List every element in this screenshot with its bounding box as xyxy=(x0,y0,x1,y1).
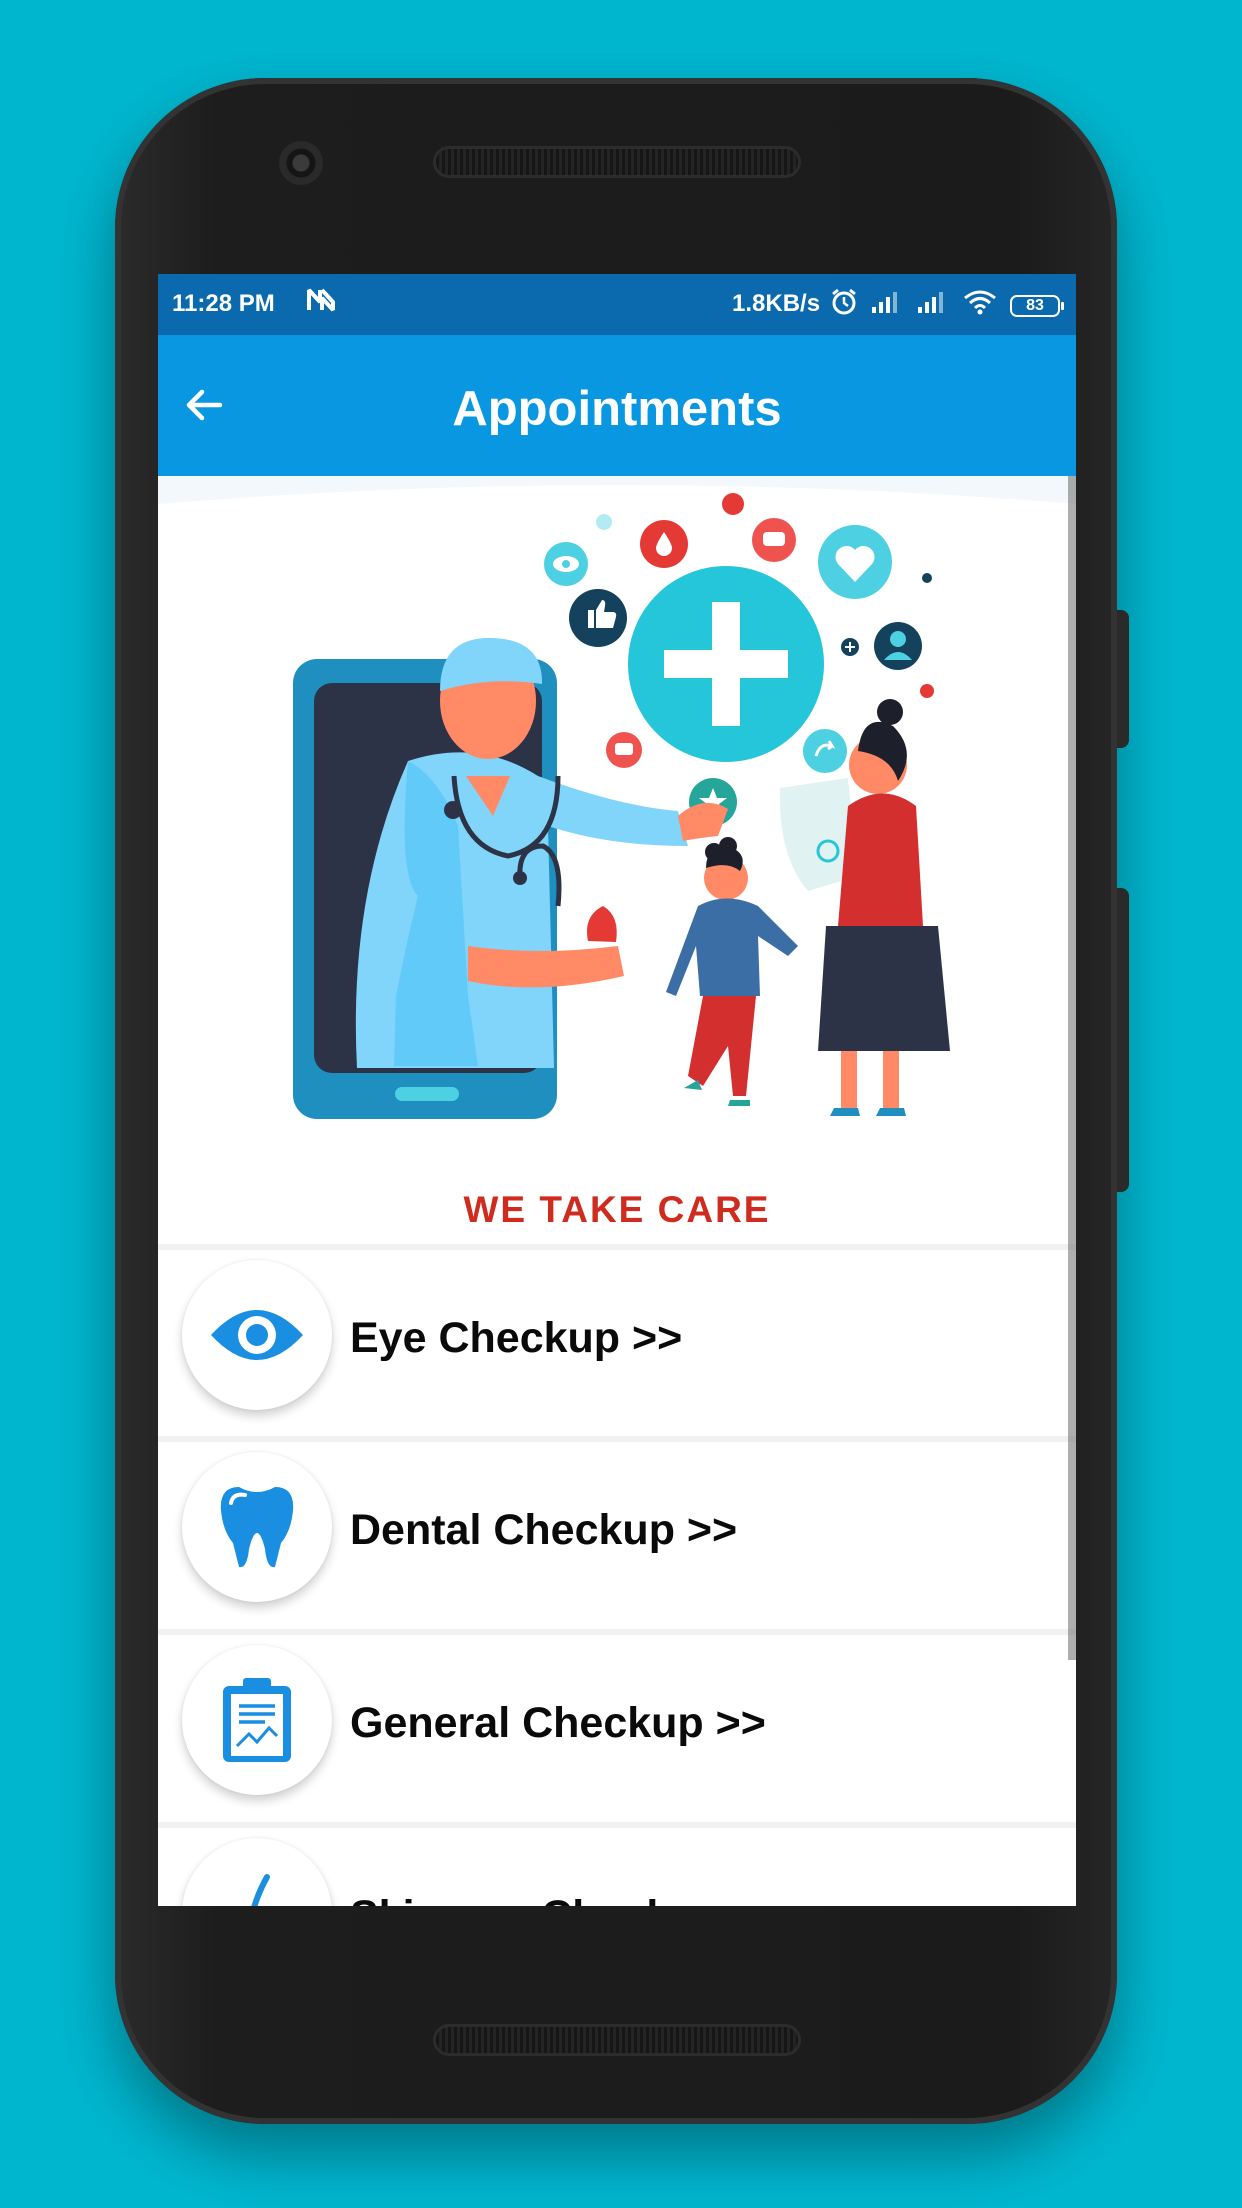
content-area: WE TAKE CARE Eye Checkup >> Dental Check… xyxy=(158,476,1076,1906)
battery-icon: 83 xyxy=(1010,294,1064,317)
menu-item-label: Eye Checkup >> xyxy=(350,1314,683,1362)
menu-item-skincare-checkup[interactable]: Skincare Checkup xyxy=(158,1822,1076,1906)
alarm-icon xyxy=(830,288,858,323)
menu-item-eye-checkup[interactable]: Eye Checkup >> xyxy=(158,1244,1076,1436)
menu-item-label: General Checkup >> xyxy=(350,1699,766,1747)
status-bar: 11:28 PM 1.8KB/s 83 xyxy=(158,274,1076,335)
menu-item-dental-checkup[interactable]: Dental Checkup >> xyxy=(158,1436,1076,1628)
hero-illustration xyxy=(158,476,1076,1236)
power-button xyxy=(1117,610,1129,748)
menu-icon-circle xyxy=(182,1260,332,1410)
tooth-icon xyxy=(220,1487,294,1568)
front-camera xyxy=(279,141,323,185)
clipboard-icon xyxy=(223,1678,291,1762)
bottom-speaker xyxy=(433,2024,801,2056)
app-bar: Appointments xyxy=(158,335,1076,476)
wifi-icon xyxy=(962,288,998,323)
page-title: Appointments xyxy=(452,382,782,436)
tagline: WE TAKE CARE xyxy=(463,1189,771,1230)
n-icon xyxy=(306,286,336,321)
top-speaker xyxy=(433,146,801,178)
volume-button xyxy=(1117,888,1129,1192)
app-screen: 11:28 PM 1.8KB/s 83 Appointments WE TAKE… xyxy=(158,274,1076,1906)
status-time: 11:28 PM xyxy=(172,290,275,317)
signal-icon xyxy=(916,289,950,322)
menu-icon-circle xyxy=(182,1452,332,1602)
menu-item-label: Skincare Checkup xyxy=(350,1892,723,1906)
signal-icon xyxy=(870,289,904,322)
menu-item-label: Dental Checkup >> xyxy=(350,1506,738,1554)
skincare-icon xyxy=(251,1874,270,1906)
menu-item-general-checkup[interactable]: General Checkup >> xyxy=(158,1629,1076,1821)
menu-icon-circle xyxy=(182,1645,332,1795)
network-speed: 1.8KB/s xyxy=(732,290,821,317)
menu-icon-circle xyxy=(182,1838,332,1906)
eye-icon xyxy=(211,1310,303,1360)
scrollbar[interactable] xyxy=(1068,476,1076,1660)
